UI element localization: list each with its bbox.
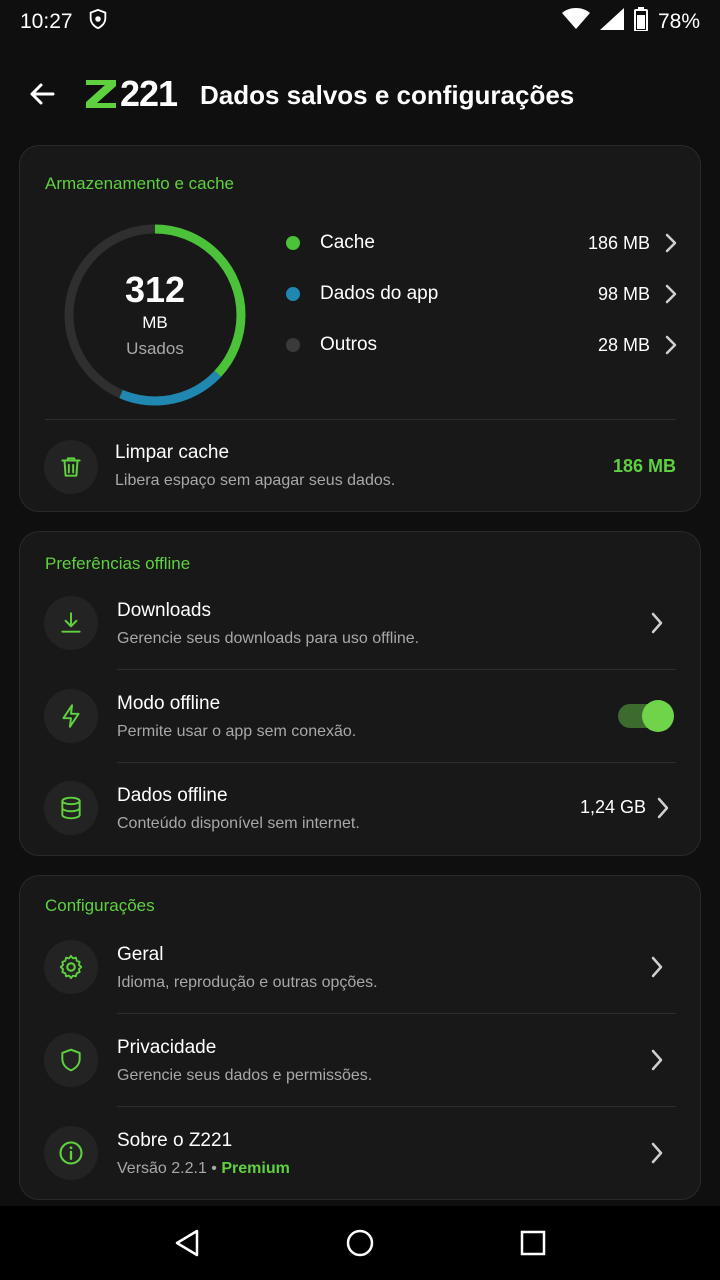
- battery-icon: [633, 7, 648, 37]
- row-subtitle: Permite usar o app sem conexão.: [117, 723, 357, 740]
- signal-icon: [599, 8, 624, 36]
- row-title: Dados offline: [117, 785, 228, 806]
- storage-card: Armazenamento e cache 312 MB Usados Cach…: [19, 145, 701, 512]
- shield-icon: [87, 8, 109, 36]
- row-subtitle: Versão 2.2.1 • Premium: [117, 1160, 290, 1178]
- chevron-right-icon: [646, 1049, 668, 1071]
- settings-card: Configurações Geral Idioma, reprodução e…: [19, 875, 701, 1200]
- square-recents-icon: [521, 1230, 546, 1256]
- toggle-thumb: [642, 700, 674, 732]
- database-icon: [44, 781, 98, 835]
- divider: [117, 1106, 676, 1107]
- offline-mode-toggle[interactable]: [618, 700, 674, 732]
- gear-icon: [44, 940, 98, 994]
- row-title: Sobre o Z221: [117, 1130, 233, 1151]
- trash-icon: [44, 440, 98, 494]
- battery-percentage: 78%: [657, 10, 700, 33]
- chevron-right-icon: [646, 612, 668, 634]
- chevron-right-icon: [646, 1142, 668, 1164]
- offline-mode-row[interactable]: Modo offline Permite usar o app sem cone…: [20, 671, 702, 761]
- cache-dot: [286, 236, 300, 250]
- back-button[interactable]: [24, 76, 60, 112]
- premium-badge: Premium: [221, 1160, 290, 1177]
- legend-size: 28 MB: [597, 334, 650, 355]
- chevron-right-icon: [665, 284, 677, 304]
- legend-name: Outros: [320, 334, 378, 355]
- offline-section-title: Preferências offline: [45, 554, 191, 573]
- chevron-right-icon: [646, 956, 668, 978]
- logo-text: 221: [120, 73, 178, 114]
- storage-total-value: 312: [124, 269, 186, 310]
- offline-card: Preferências offline Downloads Gerencie …: [19, 531, 701, 856]
- others-dot: [286, 338, 300, 352]
- legend-size: 186 MB: [587, 232, 650, 253]
- row-subtitle: Gerencie seus downloads para uso offline…: [117, 630, 420, 647]
- z-logo-icon: [86, 80, 116, 108]
- row-subtitle: Idioma, reprodução e outras opções.: [117, 974, 378, 991]
- clear-cache-value: 186 MB: [612, 456, 676, 476]
- bolt-icon: [44, 689, 98, 743]
- legend-name: Dados do app: [320, 283, 439, 304]
- app-data-dot: [286, 287, 300, 301]
- storage-item-cache[interactable]: Cache 186 MB: [286, 223, 678, 263]
- legend-name: Cache: [320, 232, 375, 253]
- row-title: Geral: [117, 944, 164, 965]
- chevron-right-icon: [652, 797, 674, 819]
- nav-back-button[interactable]: [163, 1219, 211, 1267]
- status-bar: 10:27 78%: [0, 0, 720, 44]
- version-separator: •: [206, 1160, 222, 1177]
- chevron-right-icon: [665, 335, 677, 355]
- app-logo: 221: [84, 73, 178, 114]
- storage-item-others[interactable]: Outros 28 MB: [286, 325, 678, 365]
- row-subtitle: Gerencie seus dados e permissões.: [117, 1067, 373, 1084]
- downloads-row[interactable]: Downloads Gerencie seus downloads para u…: [20, 578, 702, 668]
- nav-home-button[interactable]: [336, 1219, 384, 1267]
- legend-size: 98 MB: [597, 283, 650, 304]
- row-title: Modo offline: [117, 693, 221, 714]
- clear-cache-row[interactable]: Limpar cache Libera espaço sem apagar se…: [20, 422, 702, 512]
- storage-total: 312 MB Usados: [60, 220, 250, 410]
- settings-section-title: Configurações: [45, 896, 155, 915]
- row-title: Limpar cache: [115, 442, 230, 463]
- row-title: Downloads: [117, 600, 211, 621]
- divider: [117, 669, 676, 670]
- about-row[interactable]: Sobre o Z221 Versão 2.2.1 • Premium: [20, 1108, 702, 1198]
- page-title: Dados salvos e configurações: [200, 80, 575, 110]
- app-bar: 221 Dados salvos e configurações: [0, 62, 720, 126]
- system-navigation-bar: [0, 1206, 720, 1280]
- storage-item-app-data[interactable]: Dados do app 98 MB: [286, 274, 678, 314]
- divider: [117, 1013, 676, 1014]
- status-time: 10:27: [20, 10, 73, 33]
- row-subtitle: Conteúdo disponível sem internet.: [117, 815, 360, 832]
- arrow-left-icon: [30, 83, 55, 105]
- app-version: Versão 2.2.1: [117, 1160, 207, 1177]
- divider: [45, 419, 676, 420]
- privacy-row[interactable]: Privacidade Gerencie seus dados e permis…: [20, 1015, 702, 1105]
- wifi-icon: [561, 8, 590, 36]
- storage-total-unit: MB: [142, 313, 168, 332]
- chevron-right-icon: [665, 233, 677, 253]
- storage-section-title: Armazenamento e cache: [45, 174, 234, 193]
- nav-recents-button[interactable]: [509, 1219, 557, 1267]
- offline-data-row[interactable]: Dados offline Conteúdo disponível sem in…: [20, 763, 702, 853]
- row-subtitle: Libera espaço sem apagar seus dados.: [115, 472, 396, 489]
- info-icon: [44, 1126, 98, 1180]
- storage-total-label: Usados: [126, 339, 184, 358]
- general-row[interactable]: Geral Idioma, reprodução e outras opções…: [20, 922, 702, 1012]
- download-icon: [44, 596, 98, 650]
- row-title: Privacidade: [117, 1037, 217, 1058]
- shield-icon: [44, 1033, 98, 1087]
- circle-home-icon: [346, 1229, 374, 1257]
- triangle-back-icon: [175, 1229, 198, 1257]
- offline-data-value: 1,24 GB: [579, 797, 646, 817]
